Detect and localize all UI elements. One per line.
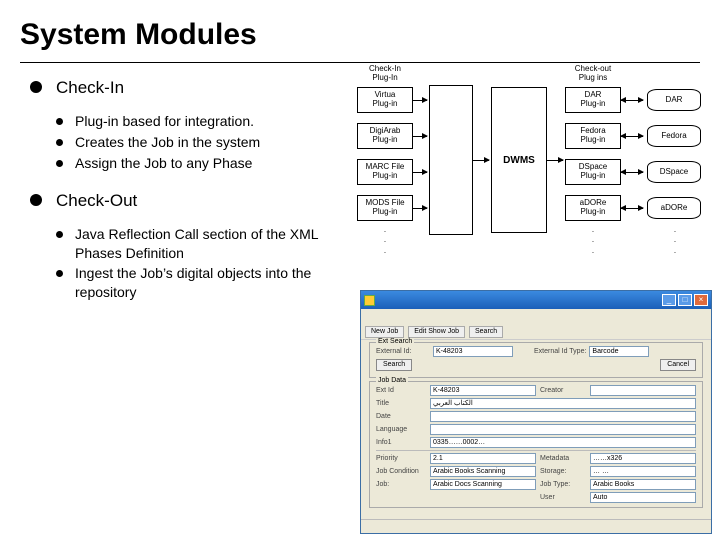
plugin-box: FedoraPlug-in bbox=[565, 123, 621, 149]
language-field[interactable] bbox=[430, 424, 696, 435]
arrow-icon bbox=[547, 160, 563, 161]
menubar bbox=[361, 309, 711, 324]
bullet-icon bbox=[56, 160, 63, 167]
arrow-icon bbox=[473, 160, 489, 161]
job-type-field[interactable]: Arabic Books bbox=[590, 479, 696, 490]
cancel-button[interactable]: Cancel bbox=[660, 359, 696, 371]
arrow-icon bbox=[621, 172, 643, 173]
metadata-label: Metadata bbox=[540, 455, 586, 462]
close-button[interactable]: × bbox=[694, 294, 708, 306]
job-status-select[interactable]: Arabic Docs Scanning bbox=[430, 479, 536, 490]
bullet-icon bbox=[56, 231, 63, 238]
fieldset-legend: Ext Search bbox=[376, 338, 414, 345]
toolbar-new-job[interactable]: New Job bbox=[365, 326, 404, 338]
toolbar-search[interactable]: Search bbox=[469, 326, 503, 338]
dwms-box: DWMS bbox=[491, 87, 547, 233]
architecture-diagram: Check-InPlug-In Check-outPlug ins Virtua… bbox=[351, 65, 713, 285]
metadata-field[interactable]: ……x326 bbox=[590, 453, 696, 464]
title-rule bbox=[20, 62, 700, 63]
maximize-button[interactable]: □ bbox=[678, 294, 692, 306]
arrow-icon bbox=[621, 136, 643, 137]
bullet-icon bbox=[56, 270, 63, 277]
job-cond-field[interactable]: Arabic Books Scanning bbox=[430, 466, 536, 477]
date-field[interactable] bbox=[430, 411, 696, 422]
list-item: Ingest the Job’s digital objects into th… bbox=[75, 264, 340, 302]
user-field[interactable]: Auto bbox=[590, 492, 696, 503]
list-item: Creates the Job in the system bbox=[75, 133, 260, 152]
info1-label: Info1 bbox=[376, 439, 426, 446]
plugin-box: DSpacePlug-in bbox=[565, 159, 621, 185]
ext-id-label: Ext Id bbox=[376, 387, 426, 394]
dwms-app-window: _ □ × New Job Edit Show Job Search Ext S… bbox=[360, 290, 712, 534]
repo-cylinder: aDORe bbox=[647, 197, 701, 219]
arrow-icon bbox=[413, 208, 427, 209]
priority-label: Priority bbox=[376, 455, 426, 462]
list-item: Java Reflection Call section of the XML … bbox=[75, 225, 340, 263]
ext-id-field[interactable]: K-48203 bbox=[430, 385, 536, 396]
storage-field[interactable]: … … bbox=[590, 466, 696, 477]
bullet-icon bbox=[56, 118, 63, 125]
job-type-label: Job Type: bbox=[540, 481, 586, 488]
checkout-col-label: Check-outPlug ins bbox=[565, 65, 621, 83]
toolbar-edit-show-job[interactable]: Edit Show Job bbox=[408, 326, 465, 338]
arrow-icon bbox=[413, 136, 427, 137]
titlebar: _ □ × bbox=[361, 291, 711, 309]
statusbar bbox=[361, 519, 711, 533]
list-item: Assign the Job to any Phase bbox=[75, 154, 252, 173]
ext-id-input[interactable]: K-48203 bbox=[433, 346, 513, 357]
plugin-box: DigiArabPlug-in bbox=[357, 123, 413, 149]
empty-box bbox=[429, 85, 473, 235]
bullet-icon bbox=[56, 139, 63, 146]
ext-id-type-select[interactable]: Barcode bbox=[589, 346, 649, 357]
ellipsis-icon: ... bbox=[588, 225, 598, 256]
title-label: Title bbox=[376, 400, 426, 407]
date-label: Date bbox=[376, 413, 426, 420]
arrow-icon bbox=[413, 100, 427, 101]
plugin-box: aDORePlug-in bbox=[565, 195, 621, 221]
checkin-col-label: Check-InPlug-In bbox=[357, 65, 413, 83]
arrow-icon bbox=[413, 172, 427, 173]
repo-cylinder: DAR bbox=[647, 89, 701, 111]
repo-cylinder: Fedora bbox=[647, 125, 701, 147]
plugin-box: MODS FilePlug-in bbox=[357, 195, 413, 221]
ellipsis-icon: ... bbox=[380, 225, 390, 256]
bullet-icon bbox=[30, 81, 42, 93]
plugin-box: MARC FilePlug-in bbox=[357, 159, 413, 185]
slide-title: System Modules bbox=[20, 18, 257, 52]
checkin-heading: Check-In bbox=[56, 78, 124, 98]
user-label: User bbox=[540, 494, 586, 501]
bullet-icon bbox=[30, 194, 42, 206]
bullet-content: Check-In Plug-in based for integration. … bbox=[30, 78, 340, 304]
plugin-box: VirtuaPlug-in bbox=[357, 87, 413, 113]
title-field[interactable]: الكتاب العربي bbox=[430, 398, 696, 409]
job-status-label: Job: bbox=[376, 481, 426, 488]
search-button[interactable]: Search bbox=[376, 359, 412, 371]
minimize-button[interactable]: _ bbox=[662, 294, 676, 306]
creator-label: Creator bbox=[540, 387, 586, 394]
storage-label: Storage: bbox=[540, 468, 586, 475]
fieldset-legend: Job Data bbox=[376, 377, 408, 384]
info1-field[interactable]: 0335……0002… bbox=[430, 437, 696, 448]
plugin-box: DARPlug-in bbox=[565, 87, 621, 113]
creator-field[interactable] bbox=[590, 385, 696, 396]
app-icon bbox=[364, 295, 375, 306]
checkout-heading: Check-Out bbox=[56, 191, 137, 211]
ext-id-type-label: External Id Type: bbox=[534, 348, 586, 355]
ext-id-label: External Id: bbox=[376, 348, 430, 355]
job-cond-label: Job Condition bbox=[376, 468, 426, 475]
arrow-icon bbox=[621, 100, 643, 101]
arrow-icon bbox=[621, 208, 643, 209]
list-item: Plug-in based for integration. bbox=[75, 112, 254, 131]
job-data-fieldset: Job Data Ext Id K-48203 Creator Title ال… bbox=[369, 381, 703, 508]
lang-label: Language bbox=[376, 426, 426, 433]
ext-search-fieldset: Ext Search External Id: K-48203 External… bbox=[369, 342, 703, 378]
ellipsis-icon: ... bbox=[670, 225, 680, 256]
repo-cylinder: DSpace bbox=[647, 161, 701, 183]
priority-field[interactable]: 2.1 bbox=[430, 453, 536, 464]
